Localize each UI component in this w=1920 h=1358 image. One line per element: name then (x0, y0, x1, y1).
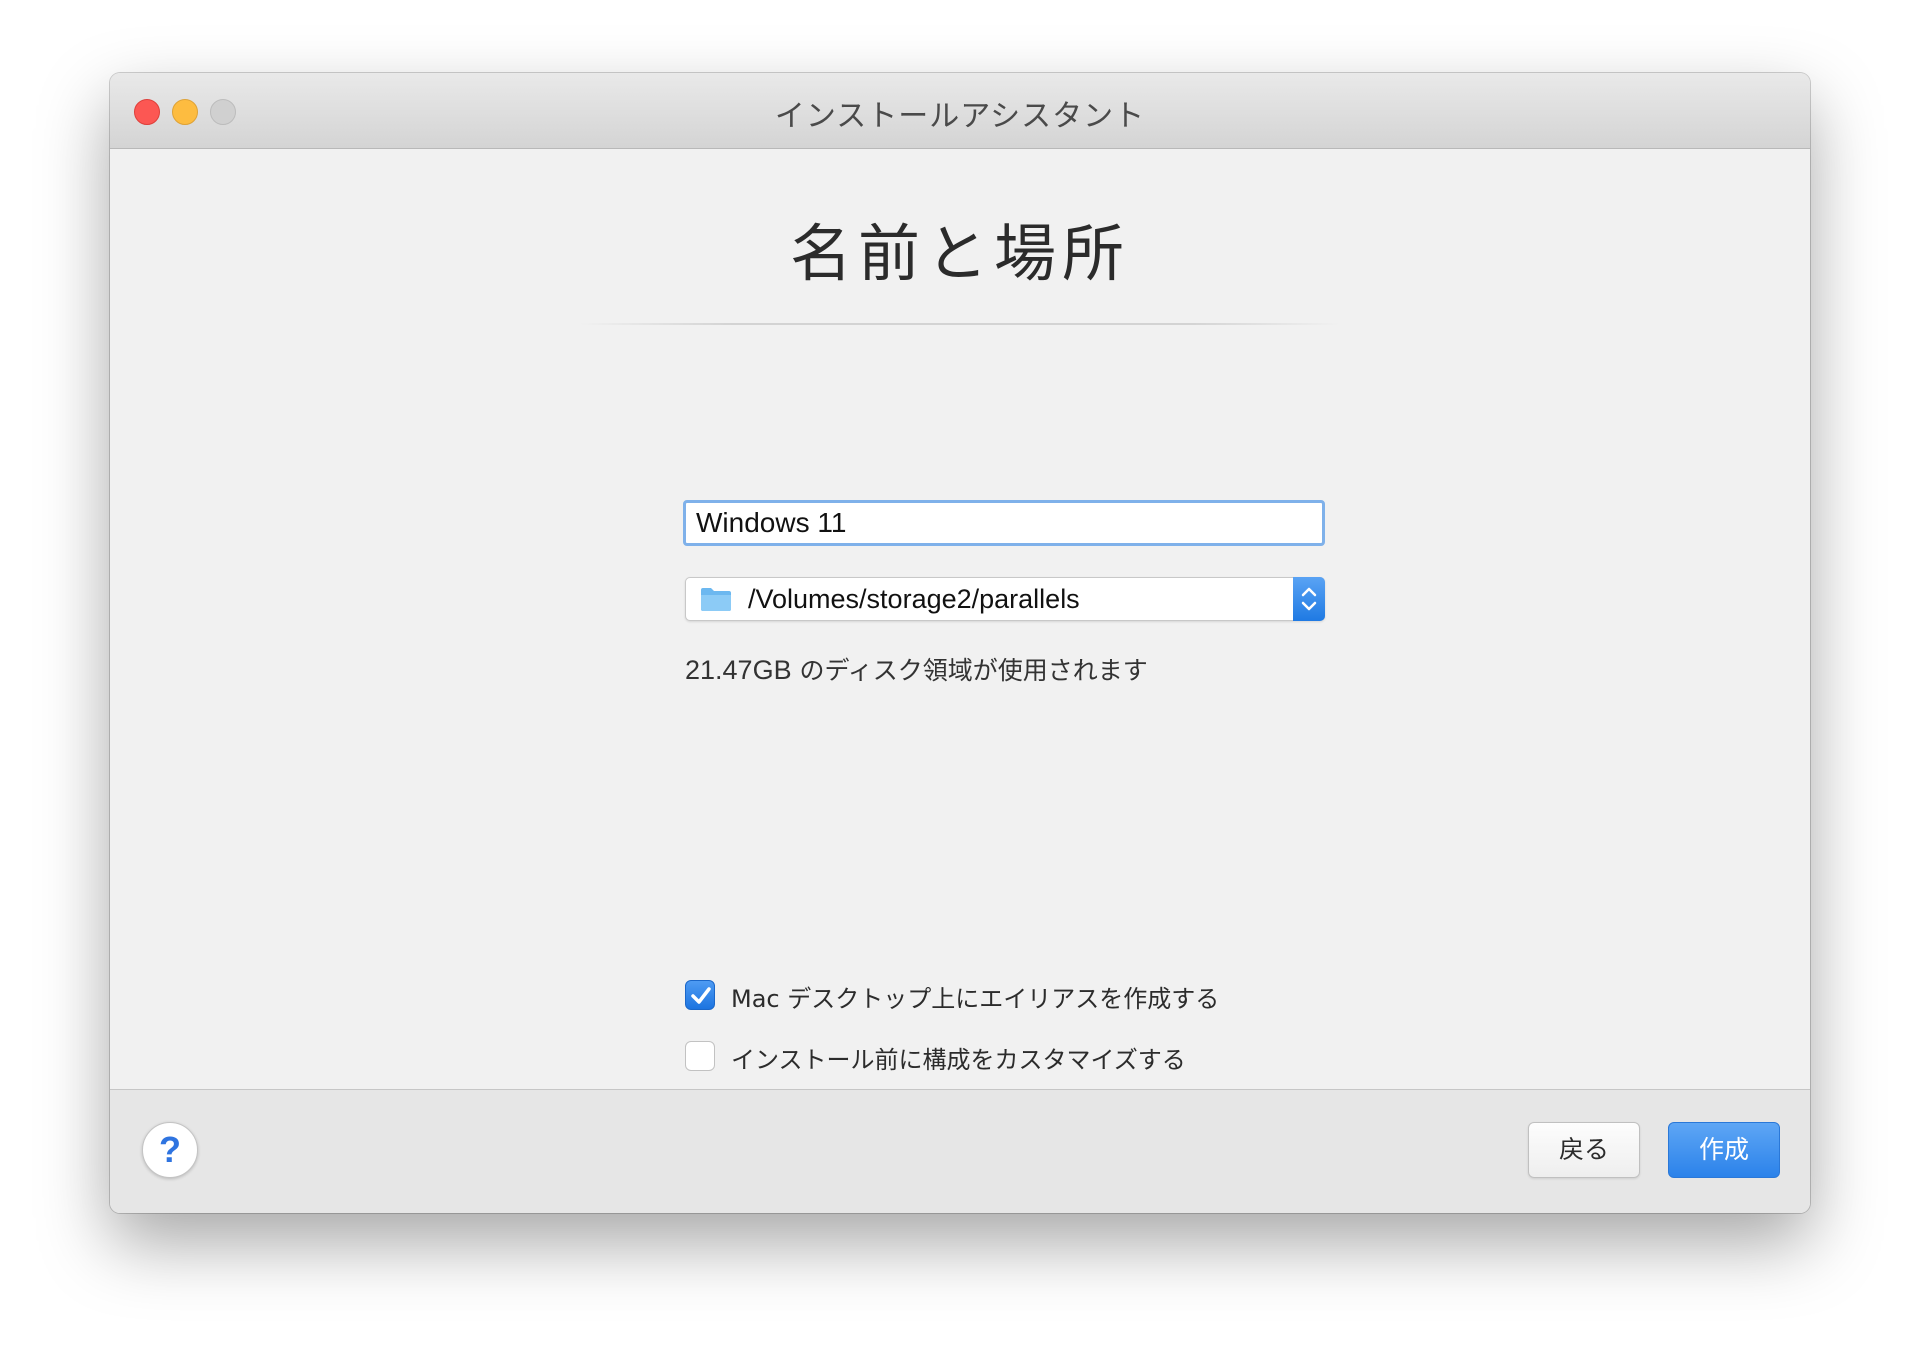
disk-usage-text: のディスク領域が使用されます (791, 656, 1148, 685)
customize-checkbox[interactable] (685, 1041, 715, 1071)
install-assistant-window: インストールアシスタント 名前と場所 名前: 保存先: /Volumes/sto… (110, 73, 1810, 1213)
location-value: /Volumes/storage2/parallels (748, 584, 1080, 614)
chevron-up-down-icon (1301, 587, 1317, 611)
disk-usage-size: 21.47GB (685, 655, 792, 685)
footer-bar: ? 戻る 作成 (110, 1089, 1810, 1213)
location-popup[interactable]: /Volumes/storage2/parallels (685, 577, 1325, 621)
page-title: 名前と場所 (789, 217, 1130, 290)
folder-icon (701, 588, 731, 611)
create-button[interactable]: 作成 (1668, 1122, 1780, 1178)
title-bar[interactable]: インストールアシスタント (110, 73, 1810, 149)
window-title: インストールアシスタント (774, 99, 1146, 134)
alias-checkbox[interactable] (685, 980, 715, 1010)
checkmark-icon (691, 987, 711, 1004)
alias-checkbox-label[interactable]: Mac デスクトップ上にエイリアスを作成する (731, 979, 1219, 1014)
heading-divider (580, 323, 1340, 325)
customize-checkbox-label[interactable]: インストール前に構成をカスタマイズする (731, 1040, 1186, 1075)
disk-usage-note: 21.47GB のディスク領域が使用されます (685, 651, 1148, 687)
location-stepper[interactable] (1293, 577, 1325, 621)
name-input[interactable] (683, 500, 1325, 546)
help-button[interactable]: ? (142, 1122, 198, 1178)
back-button[interactable]: 戻る (1528, 1122, 1640, 1178)
